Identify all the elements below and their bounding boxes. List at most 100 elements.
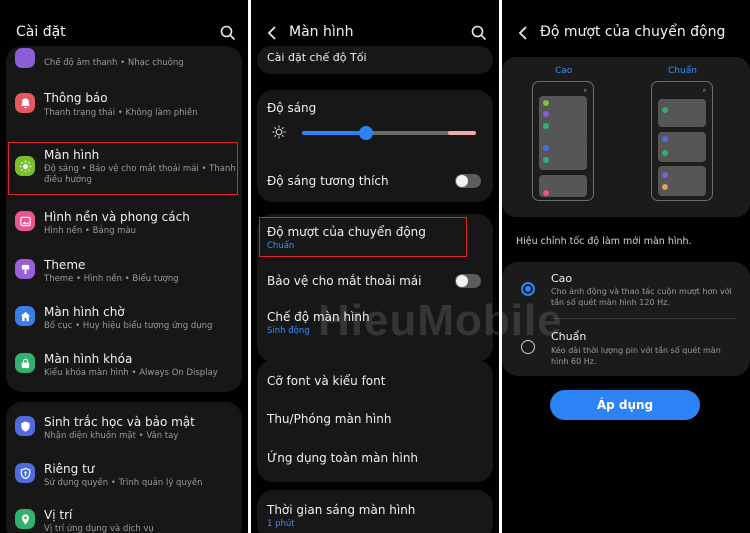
adaptive-brightness-toggle[interactable] [455,174,481,188]
full-screen-apps-item[interactable]: Ứng dụng toàn màn hình [257,445,493,475]
full-screen-apps-label: Ứng dụng toàn màn hình [267,451,419,465]
option-high-desc: Cho ảnh động và thao tác cuộn mượt hơn v… [551,287,732,296]
brightness-slider-fill [302,131,367,135]
refresh-rate-description: Hiệu chỉnh tốc độ làm mới màn hình. [516,236,692,247]
lock-icon [15,353,35,373]
settings-item-label: Hình nền và phong cách [44,210,190,224]
settings-item-location[interactable]: Vị trí Vị trí ứng dụng và dịch vụ [6,502,242,533]
adaptive-brightness-label: Độ sáng tương thích [267,174,389,188]
settings-item-sub: Thanh trạng thái • Không làm phiền [44,108,198,118]
screen-timeout-label: Thời gian sáng màn hình [267,503,416,517]
image-icon [15,211,35,231]
eye-comfort-label: Bảo vệ cho mắt thoải mái [267,274,422,288]
search-icon[interactable] [471,25,487,41]
settings-item-privacy[interactable]: Riêng tư Sử dụng quyền • Trình quản lý q… [6,456,242,496]
settings-item-notifications[interactable]: Thông báo Thanh trạng thái • Không làm p… [6,86,242,126]
settings-item-label: Vị trí [44,508,73,522]
settings-item-biometrics[interactable]: Sinh trắc học và bảo mật Nhận diện khuôn… [6,409,242,449]
brightness-slider-extra [448,131,476,135]
screenshot-collage: Cài đặt Chế độ âm thanh • Nhạc chuông Th… [0,0,750,533]
brightness-slider-thumb[interactable] [359,126,374,140]
screen-timeout-value: 1 phút [267,519,295,529]
radio-high[interactable] [521,282,535,296]
adaptive-brightness-item[interactable]: Độ sáng tương thích [257,160,493,200]
preview-block [539,175,587,197]
settings-group-1: Chế độ âm thanh • Nhạc chuông Thông báo … [6,46,242,392]
privacy-icon [15,463,35,483]
option-standard-desc: Kéo dài thời lượng pin với tần số quét m… [551,346,721,355]
settings-item-sub: Hình nền • Bảng màu [44,226,137,236]
highlight-box [259,217,467,257]
settings-item-label: Riêng tư [44,462,95,476]
search-icon[interactable] [220,25,236,41]
brightness-sun-icon [272,125,286,139]
display-group-dark: Cài đặt chế độ Tối [257,46,493,74]
screen-mode-value: Sinh động [267,326,310,336]
page-title: Độ mượt của chuyển động [540,24,726,40]
settings-item-sub: Vị trí ứng dụng và dịch vụ [44,524,154,533]
option-divider [551,318,736,319]
option-standard-desc-cont: hình 60 Hz. [551,357,597,366]
settings-item-wallpaper[interactable]: Hình nền và phong cách Hình nền • Bảng m… [6,204,242,244]
brightness-label: Độ sáng [267,101,317,115]
highlight-box [8,142,238,195]
location-icon [15,509,35,529]
preview-block [539,96,587,144]
palette-icon [15,259,35,279]
display-header: Màn hình [251,0,499,52]
option-high-desc-cont: tần số quét màn hình 120 Hz. [551,298,670,307]
page-title: Cài đặt [16,24,66,40]
settings-item-label: Sinh trắc học và bảo mật [44,415,195,429]
settings-item-home-screen[interactable]: Màn hình chờ Bố cục • Huy hiệu biểu tượn… [6,299,242,339]
preview-std-label: Chuẩn [668,66,697,76]
back-icon[interactable] [516,25,530,41]
settings-item-label: Thông báo [44,91,108,105]
dark-mode-settings-item[interactable]: Cài đặt chế độ Tối [257,46,493,74]
preview-search-icon: ⌕ [702,87,706,94]
screen-timeout-item[interactable]: Thời gian sáng màn hình 1 phút [257,490,493,533]
dark-mode-settings-label: Cài đặt chế độ Tối [267,51,367,64]
bell-icon [15,93,35,113]
motion-smoothness-screen: Độ mượt của chuyển động Cao Chuẩn ⌕ ⌕ Hi… [502,0,750,533]
font-item[interactable]: Cỡ font và kiểu font [257,368,493,398]
settings-header: Cài đặt [0,0,248,52]
preview-search-icon: ⌕ [583,87,587,94]
home-icon [15,306,35,326]
page-title: Màn hình [289,24,354,40]
settings-item-sub: Theme • Hình nền • Biểu tượng [44,274,179,284]
brightness-slider[interactable] [302,126,476,140]
option-high-label: Cao [551,272,573,285]
preview-high-label: Cao [555,66,573,76]
watermark: HieuMobile [318,296,563,345]
zoom-label: Thu/Phóng màn hình [267,412,392,426]
apply-button[interactable]: Áp dụng [550,390,700,420]
eye-comfort-toggle[interactable] [455,274,481,288]
sound-icon [15,48,35,68]
settings-item-label: Theme [44,258,86,272]
shield-icon [15,416,35,436]
settings-item-label: Màn hình chờ [44,305,125,319]
settings-screen: Cài đặt Chế độ âm thanh • Nhạc chuông Th… [0,0,248,533]
display-screen: Màn hình Cài đặt chế độ Tối Độ sáng Độ s… [251,0,499,533]
settings-item-theme[interactable]: Theme Theme • Hình nền • Biểu tượng [6,252,242,292]
font-label: Cỡ font và kiểu font [267,374,386,388]
settings-item-sound[interactable]: Chế độ âm thanh • Nhạc chuông [6,46,242,76]
motion-header: Độ mượt của chuyển động [502,0,750,52]
display-group-brightness: Độ sáng Độ sáng tương thích [257,90,493,202]
zoom-item[interactable]: Thu/Phóng màn hình [257,406,493,436]
preview-block [658,132,706,162]
preview-block [658,99,706,127]
preview-phone-std: ⌕ [651,81,713,201]
preview-phone-high: ⌕ [532,81,594,201]
settings-group-2: Sinh trắc học và bảo mật Nhận diện khuôn… [6,402,242,533]
settings-item-sound-sub: Chế độ âm thanh • Nhạc chuông [44,58,184,68]
display-group-timeout: Thời gian sáng màn hình 1 phút [257,490,493,533]
settings-item-label: Màn hình khóa [44,352,133,366]
display-group-font: Cỡ font và kiểu font Thu/Phóng màn hình … [257,360,493,482]
settings-item-sub: Kiểu khóa màn hình • Always On Display [44,368,218,378]
settings-item-sub: Sử dụng quyền • Trình quản lý quyền [44,478,203,488]
settings-item-sub: Nhận diện khuôn mặt • Vân tay [44,431,179,441]
preview-block [658,166,706,196]
settings-item-lock-screen[interactable]: Màn hình khóa Kiểu khóa màn hình • Alway… [6,346,242,386]
back-icon[interactable] [265,25,279,41]
